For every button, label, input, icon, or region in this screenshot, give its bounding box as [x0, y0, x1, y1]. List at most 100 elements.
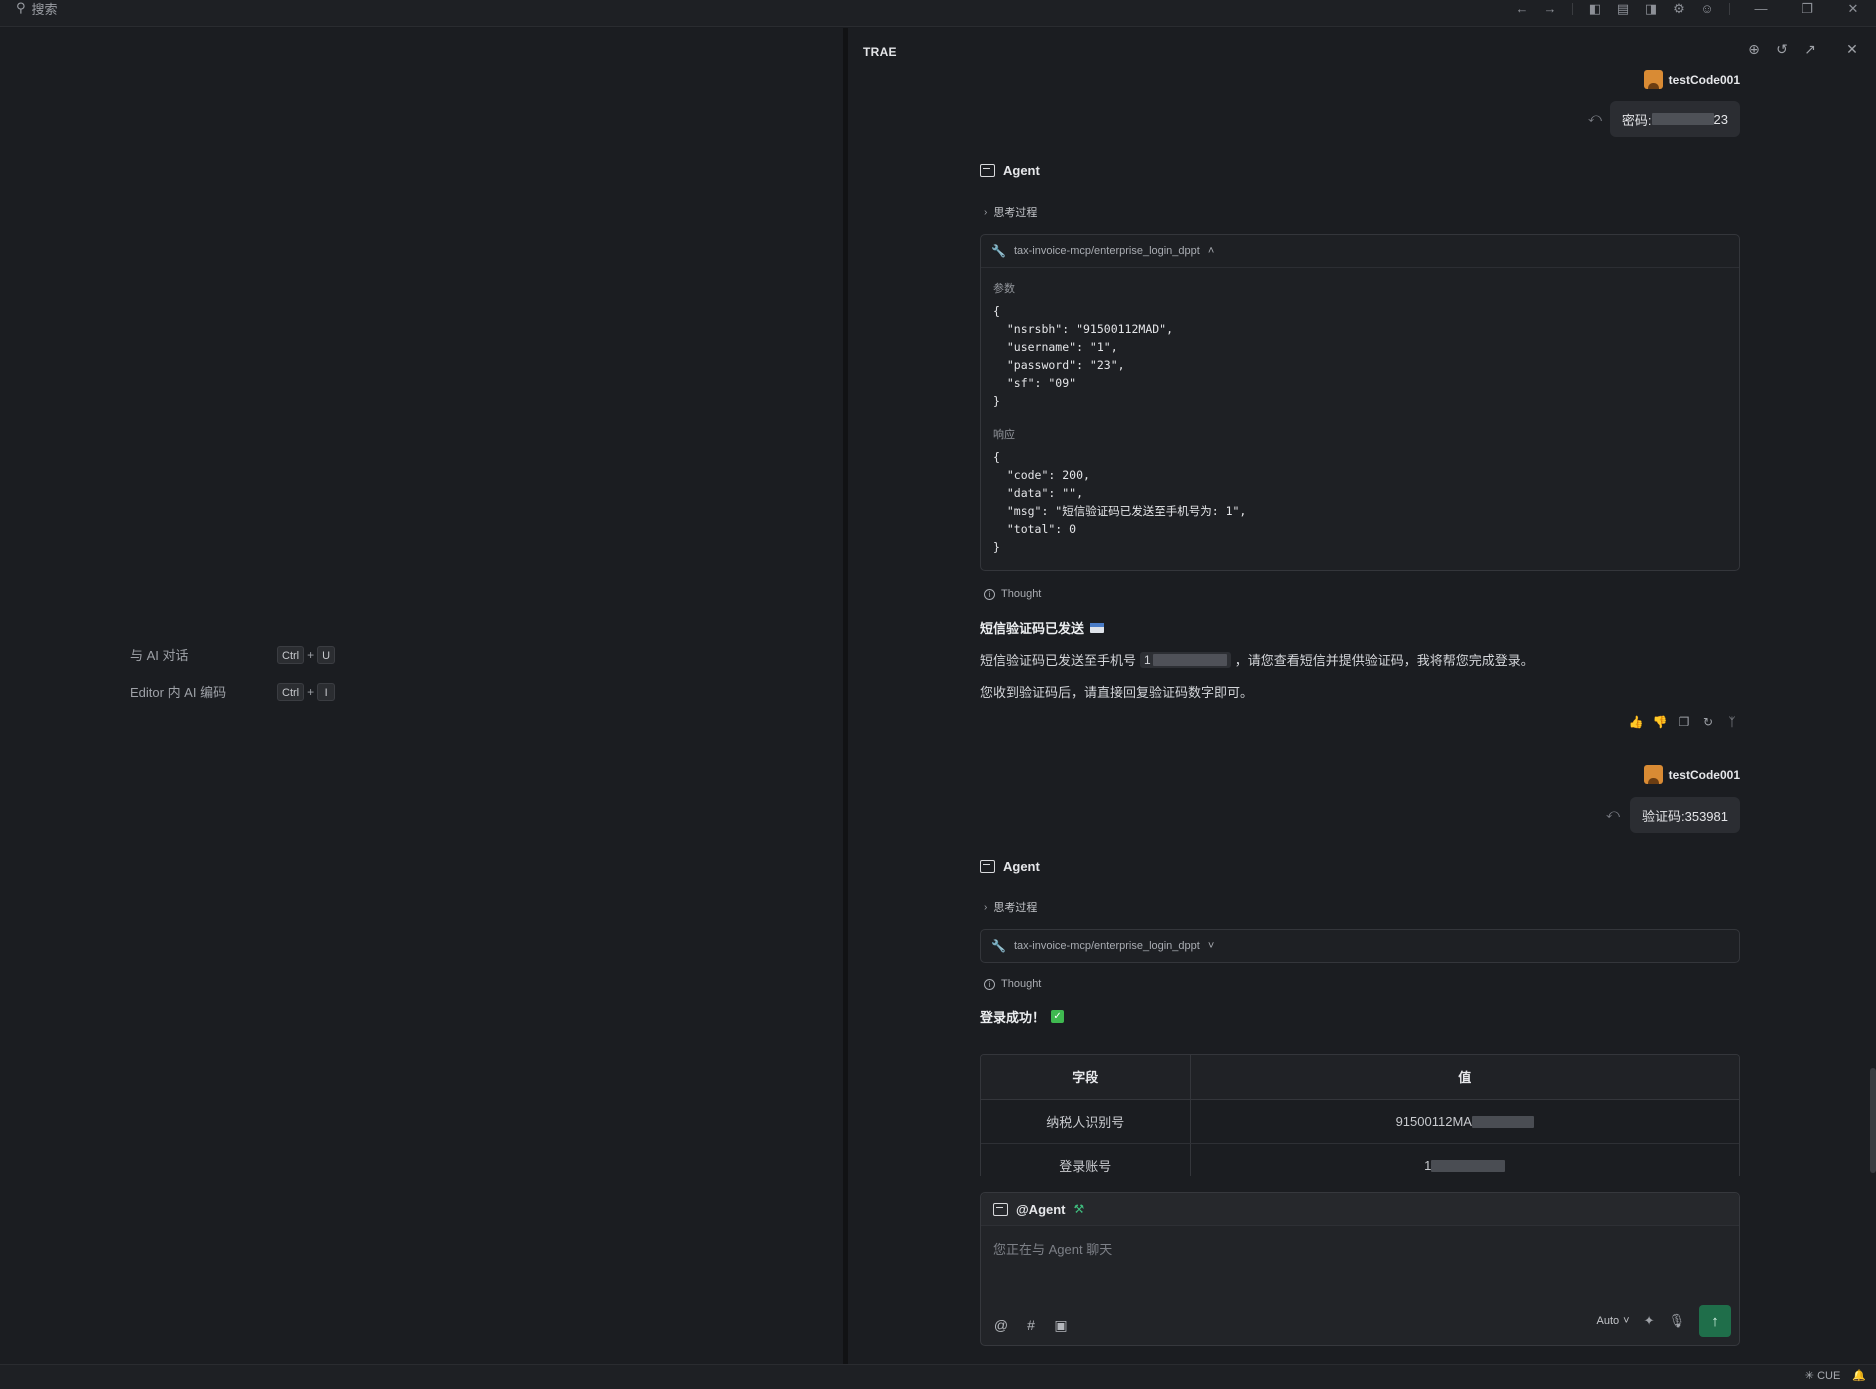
panel-title: TRAE	[863, 45, 897, 59]
restore-icon[interactable]: ❐	[1784, 0, 1830, 17]
user-header: testCode001	[1643, 70, 1740, 89]
minimize-icon[interactable]: —	[1738, 0, 1784, 17]
paragraph-text: 短信验证码已发送至手机号	[980, 653, 1137, 668]
at-mention-icon[interactable]: @	[993, 1317, 1009, 1333]
avatar	[1643, 765, 1663, 784]
search-label: 搜索	[31, 1, 58, 17]
ai-chat-panel: TRAE ⊕ ↺ ↗ ✕ testCode001 ⤺ 密码: 23 Agent ›…	[848, 28, 1876, 1364]
shortcut-label: Editor 内 AI 编码	[130, 685, 227, 700]
cue-label: CUE	[1817, 1370, 1841, 1382]
key-ctrl: Ctrl	[277, 682, 305, 701]
shortcut-chat: 与 AI 对话 Ctrl + U	[130, 645, 336, 664]
message-text: 密码:	[1621, 112, 1652, 128]
params-code: { "nsrsbh": "91500112MAD", "username": "…	[993, 304, 1174, 408]
cell-text: 91500112MA	[1395, 1113, 1472, 1129]
think-toggle[interactable]: › 思考过程	[984, 899, 1037, 915]
agent-header: Agent	[980, 859, 1040, 874]
tool-call-card: 🔧 tax-invoice-mcp/enterprise_login_dppt …	[980, 929, 1740, 963]
sparkle-icon[interactable]: ✦	[1644, 1313, 1655, 1329]
divider	[1572, 2, 1573, 15]
message-text: 23	[1713, 111, 1728, 127]
hash-context-icon[interactable]: #	[1023, 1317, 1039, 1333]
thought-label: Thought	[1001, 588, 1042, 600]
tool-name: tax-invoice-mcp/enterprise_login_dppt	[1013, 245, 1200, 257]
mention-bar: @Agent ⚒	[981, 1193, 1739, 1226]
key-plus: +	[307, 684, 315, 699]
key-plus: +	[307, 647, 315, 662]
tool-call-header[interactable]: 🔧 tax-invoice-mcp/enterprise_login_dppt …	[981, 930, 1739, 962]
thought-toggle[interactable]: i Thought	[984, 588, 1041, 600]
regenerate-icon[interactable]: ↻	[1700, 714, 1716, 730]
redacted-mask	[1651, 113, 1714, 125]
think-toggle[interactable]: › 思考过程	[984, 204, 1037, 220]
tools-icon[interactable]: ⚒	[1074, 1202, 1085, 1216]
layout-right-icon[interactable]: ◨	[1637, 0, 1665, 17]
microphone-icon[interactable]: 🎙	[1668, 1313, 1685, 1329]
chat-input[interactable]: 您正在与 Agent 聊天	[993, 1239, 1112, 1258]
thumbs-up-icon[interactable]: 👍	[1628, 714, 1644, 730]
window-controls: ← → ◧ ▤ ◨ ⚙ ☺ — ❐ ✕	[1508, 0, 1876, 17]
tool-call-header[interactable]: 🔧 tax-invoice-mcp/enterprise_login_dppt …	[981, 235, 1739, 267]
arrow-left-icon[interactable]: ←	[1508, 0, 1536, 17]
redacted-mask	[1471, 1116, 1534, 1129]
undo-icon[interactable]: ⤺	[1606, 806, 1620, 822]
history-icon[interactable]: ↺	[1773, 40, 1791, 58]
shortcut-label: 与 AI 对话	[130, 648, 189, 663]
user-name: testCode001	[1668, 72, 1740, 87]
table-header-row: 字段 值	[981, 1055, 1739, 1100]
account-icon[interactable]: ☺	[1693, 0, 1721, 17]
layout-bottom-icon[interactable]: ▤	[1609, 0, 1637, 17]
layout-left-icon[interactable]: ◧	[1581, 0, 1609, 17]
agent-icon	[980, 164, 995, 177]
wrench-icon: 🔧	[991, 244, 1006, 258]
agent-icon	[993, 1202, 1008, 1216]
undo-icon[interactable]: ⤺	[1588, 110, 1602, 126]
model-select[interactable]: Auto ˅	[1597, 1315, 1630, 1327]
masked-phone-text: 1	[1144, 652, 1151, 667]
chat-scrollbar[interactable]	[1870, 1068, 1876, 1173]
new-chat-icon[interactable]: ⊕	[1745, 40, 1763, 58]
mention-label[interactable]: @Agent	[1016, 1202, 1066, 1217]
table-cell: 登录账号	[981, 1143, 1191, 1176]
thumbs-down-icon[interactable]: 👎	[1652, 714, 1668, 730]
key-ctrl: Ctrl	[277, 645, 305, 664]
thought-toggle[interactable]: i Thought	[984, 978, 1041, 990]
settings-icon[interactable]: ⚙	[1665, 0, 1693, 17]
close-icon[interactable]: ✕	[1830, 0, 1876, 17]
close-panel-icon[interactable]: ✕	[1843, 40, 1861, 58]
agent-name: Agent	[1003, 859, 1040, 874]
thought-label: Thought	[1001, 978, 1042, 990]
editor-welcome-pane: 与 AI 对话 Ctrl + U Editor 内 AI 编码 Ctrl + I	[0, 28, 843, 1364]
table-cell: 1	[1190, 1143, 1739, 1176]
input-actions: Auto ˅ ✦ 🎙 ↑	[1597, 1305, 1731, 1337]
send-button[interactable]: ↑	[1699, 1305, 1731, 1337]
redacted-mask	[1152, 654, 1227, 667]
chevron-down-icon: ˅	[1623, 1315, 1630, 1327]
branch-icon[interactable]: ᛉ	[1724, 714, 1740, 730]
input-toolbar: @ # ▣	[993, 1317, 1069, 1334]
info-icon: i	[984, 978, 995, 990]
user-message: 密码: 23	[1609, 101, 1740, 137]
redacted-mask	[1431, 1160, 1506, 1173]
chevron-down-icon: ˅	[1207, 940, 1215, 952]
global-search[interactable]: ⚲ 搜索	[16, 0, 58, 17]
status-right: ✳ CUE 🔔	[1805, 1369, 1866, 1382]
bell-icon[interactable]: 🔔	[1852, 1369, 1866, 1382]
image-upload-icon[interactable]: ▣	[1053, 1317, 1069, 1333]
arrow-up-icon: ↑	[1711, 1312, 1719, 1330]
message-actions: 👍 👎 ❐ ↻ ᛉ	[1628, 714, 1740, 730]
heading-text: 短信验证码已发送	[980, 621, 1085, 636]
open-external-icon[interactable]: ↗	[1801, 40, 1819, 58]
copy-icon[interactable]: ❐	[1676, 714, 1692, 730]
arrow-right-icon[interactable]: →	[1536, 0, 1564, 17]
agent-icon	[980, 860, 995, 873]
check-icon: ✓	[1051, 1010, 1065, 1023]
user-header: testCode001	[1643, 765, 1740, 784]
info-icon: i	[984, 588, 995, 600]
agent-header: Agent	[980, 163, 1040, 178]
chevron-up-icon: ˄	[1207, 245, 1215, 257]
cell-text: 1	[1424, 1157, 1432, 1173]
response-code: { "code": 200, "data": "", "msg": "短信验证码…	[993, 450, 1247, 554]
cue-status[interactable]: ✳ CUE	[1805, 1369, 1841, 1382]
chevron-right-icon: ›	[984, 206, 988, 218]
